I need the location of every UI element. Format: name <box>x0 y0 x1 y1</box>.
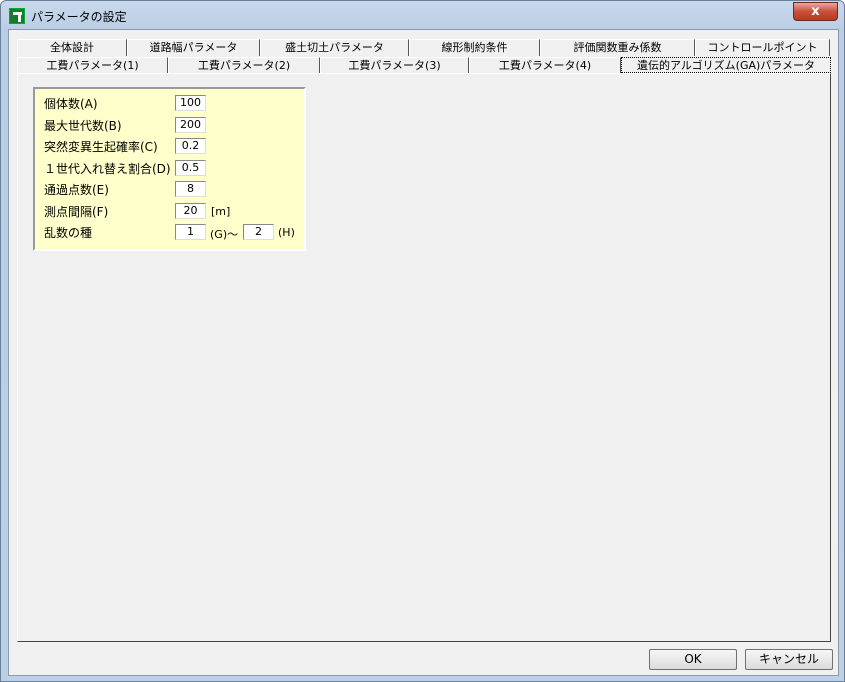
cancel-button[interactable]: キャンセル <box>745 649 833 670</box>
client-area: 全体設計 道路幅パラメータ 盛土切土パラメータ 線形制約条件 評価関数重み係数 … <box>8 29 839 676</box>
app-icon <box>9 8 25 24</box>
tab-evaluation-weights[interactable]: 評価関数重み係数 <box>540 39 695 56</box>
random-seed-h-input[interactable]: 2 <box>243 224 274 240</box>
station-interval-input[interactable]: 20 <box>175 203 206 219</box>
waypoints-input[interactable]: 8 <box>175 181 206 197</box>
replacement-ratio-input[interactable]: 0.5 <box>175 160 206 176</box>
tab-cost-2[interactable]: 工費パラメータ(2) <box>168 57 320 73</box>
random-seed-h-suffix: (H) <box>278 226 295 239</box>
tab-cost-1[interactable]: 工費パラメータ(1) <box>17 57 168 73</box>
max-generations-label: 最大世代数(B) <box>44 119 122 133</box>
dialog-window: パラメータの設定 x 全体設計 道路幅パラメータ 盛土切土パラメータ 線形制約条… <box>0 0 845 682</box>
ga-parameters-group: 個体数(A) 100 最大世代数(B) 200 突然変異生起確率(C) 0.2 … <box>33 87 306 251</box>
tab-alignment-constraints[interactable]: 線形制約条件 <box>409 39 540 56</box>
waypoints-label: 通過点数(E) <box>44 183 109 197</box>
population-input[interactable]: 100 <box>175 95 206 111</box>
population-label: 個体数(A) <box>44 97 98 111</box>
tab-ga-parameters[interactable]: 遺伝的アルゴリズム(GA)パラメータ <box>621 57 831 73</box>
tab-embankment[interactable]: 盛土切土パラメータ <box>260 39 409 56</box>
random-seed-g-suffix: (G)～ <box>210 228 239 241</box>
replacement-ratio-label: １世代入れ替え割合(D) <box>44 162 171 176</box>
title-bar: パラメータの設定 <box>9 7 127 25</box>
window-title: パラメータの設定 <box>31 9 127 24</box>
tab-overall-design[interactable]: 全体設計 <box>17 39 127 56</box>
close-button[interactable]: x <box>793 2 838 21</box>
random-seed-g-input[interactable]: 1 <box>175 224 206 240</box>
max-generations-input[interactable]: 200 <box>175 117 206 133</box>
tab-cost-3[interactable]: 工費パラメータ(3) <box>320 57 469 73</box>
mutation-rate-label: 突然変異生起確率(C) <box>44 140 158 154</box>
mutation-rate-input[interactable]: 0.2 <box>175 138 206 154</box>
random-seed-label: 乱数の種 <box>44 226 93 240</box>
station-interval-unit: [m] <box>211 205 231 218</box>
ok-button[interactable]: OK <box>649 649 737 670</box>
station-interval-label: 測点間隔(F) <box>44 205 109 219</box>
tab-cost-4[interactable]: 工費パラメータ(4) <box>469 57 621 73</box>
tab-road-width[interactable]: 道路幅パラメータ <box>127 39 260 56</box>
tab-control-points[interactable]: コントロールポイント <box>695 39 830 56</box>
